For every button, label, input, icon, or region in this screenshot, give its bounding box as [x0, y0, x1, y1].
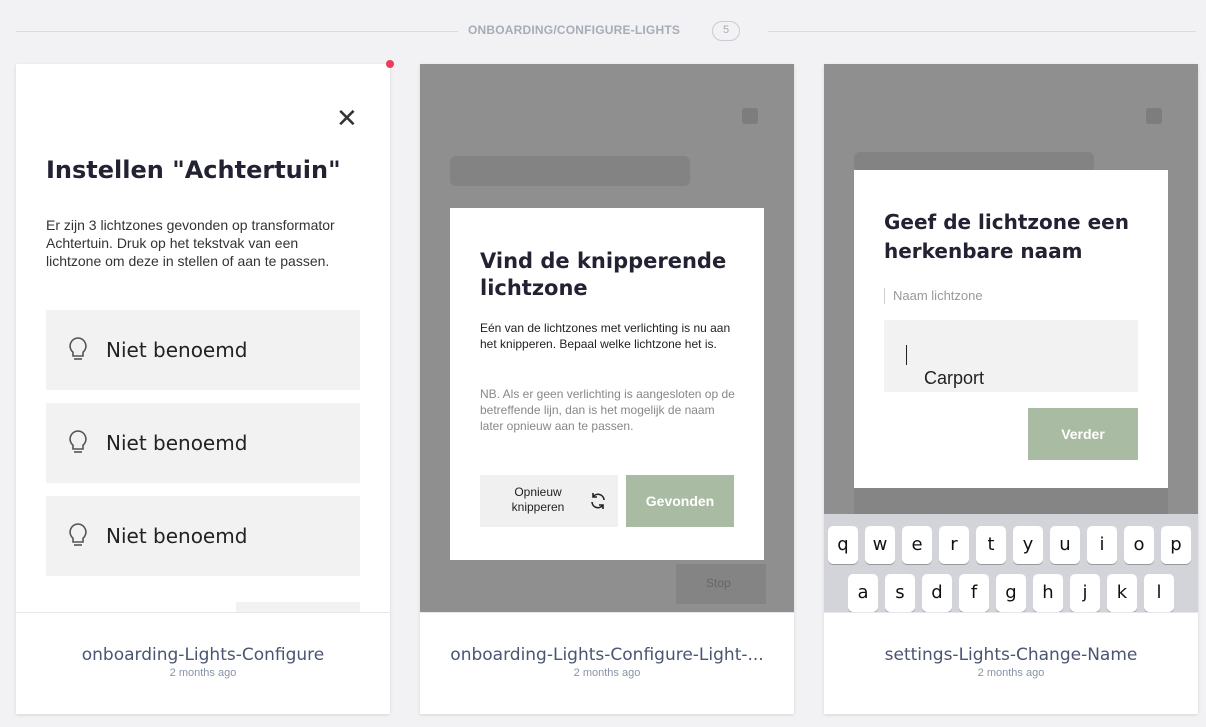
lightzone-item[interactable]: Niet benoemd [46, 310, 360, 390]
lightzone-label: Niet benoemd [106, 431, 248, 455]
group-title[interactable]: ONBOARDING/CONFIGURE-LIGHTS [468, 23, 680, 37]
screen-name[interactable]: settings-Lights-Change-Name [824, 645, 1198, 665]
text-caret [906, 345, 907, 366]
divider [768, 31, 1196, 32]
modal-dialog: Geef de lichtzone een herkenbare naam Na… [854, 170, 1168, 488]
group-count-badge: 5 [712, 21, 740, 41]
modal-dialog: Vind de knipperende lichtzone Eén van de… [450, 208, 764, 560]
screen-card-configure-light[interactable]: Stop Vind de knipperende lichtzone Eén v… [420, 64, 794, 714]
reblink-button[interactable]: Opnieuw knipperen [480, 475, 618, 527]
name-input[interactable]: Carport [884, 320, 1138, 392]
screen-card-configure[interactable]: ✕ Instellen "Achtertuin" Er zijn 3 licht… [16, 64, 390, 714]
modal-text: Eén van de lichtzones met verlichting is… [480, 321, 731, 351]
background-title-blurred [450, 156, 690, 186]
divider [16, 31, 458, 32]
card-meta: settings-Lights-Change-Name 2 months ago [824, 612, 1198, 714]
key-o[interactable]: o [1124, 526, 1154, 564]
found-button[interactable]: Gevonden [626, 475, 734, 527]
lightzone-label: Niet benoemd [106, 338, 248, 362]
field-label: Naam lichtzone [884, 288, 983, 304]
key-y[interactable]: y [1013, 526, 1043, 564]
group-header: ONBOARDING/CONFIGURE-LIGHTS 5 [16, 20, 1196, 42]
key-r[interactable]: r [939, 526, 969, 564]
key-j[interactable]: j [1070, 574, 1100, 612]
key-k[interactable]: k [1107, 574, 1137, 612]
lightzone-item[interactable]: Niet benoemd [46, 496, 360, 576]
partial-button [236, 602, 360, 612]
key-l[interactable]: l [1144, 574, 1174, 612]
key-q[interactable]: q [828, 526, 858, 564]
key-u[interactable]: u [1050, 526, 1080, 564]
screen-thumbnail[interactable]: Geef de lichtzone een herkenbare naam Na… [824, 64, 1198, 612]
screen-thumbnail[interactable]: Stop Vind de knipperende lichtzone Eén v… [420, 64, 794, 612]
screen-thumbnail[interactable]: ✕ Instellen "Achtertuin" Er zijn 3 licht… [16, 64, 390, 612]
key-d[interactable]: d [922, 574, 952, 612]
card-meta: onboarding-Lights-Configure 2 months ago [16, 612, 390, 714]
card-meta: onboarding-Lights-Configure-Light-... 2 … [420, 612, 794, 714]
timestamp: 2 months ago [977, 667, 1045, 679]
key-h[interactable]: h [1033, 574, 1063, 612]
screen-name[interactable]: onboarding-Lights-Configure-Light-... [420, 645, 794, 665]
lightbulb-icon [69, 337, 87, 360]
background-row-blurred [854, 484, 1168, 514]
key-e[interactable]: e [902, 526, 932, 564]
screen-card-change-name[interactable]: Geef de lichtzone een herkenbare naam Na… [824, 64, 1198, 714]
name-input-value: Carport [924, 368, 985, 388]
screen-description: Er zijn 3 lichtzones gevonden op transfo… [46, 217, 335, 269]
key-w[interactable]: w [865, 526, 895, 564]
lightzone-item[interactable]: Niet benoemd [46, 403, 360, 483]
background-button-label: Stop [706, 576, 731, 590]
onscreen-keyboard: qwertyuiop asdfghjkl [824, 514, 1198, 612]
key-s[interactable]: s [885, 574, 915, 612]
lightbulb-icon [69, 523, 87, 546]
background-button-blurred: Stop [676, 564, 766, 604]
unread-dot [386, 60, 394, 68]
timestamp: 2 months ago [169, 667, 237, 679]
key-f[interactable]: f [959, 574, 989, 612]
background-title-blurred [854, 152, 1094, 172]
screen-name[interactable]: onboarding-Lights-Configure [16, 645, 390, 665]
lightbulb-icon [69, 430, 87, 453]
reblink-label: Opnieuw knipperen [511, 485, 565, 514]
lightzone-label: Niet benoemd [106, 524, 248, 548]
close-icon [742, 108, 758, 124]
next-button[interactable]: Verder [1028, 408, 1138, 460]
key-t[interactable]: t [976, 526, 1006, 564]
key-p[interactable]: p [1161, 526, 1191, 564]
key-g[interactable]: g [996, 574, 1026, 612]
screen-title: Instellen "Achtertuin" [46, 156, 341, 184]
close-icon [1146, 108, 1162, 124]
modal-title: Geef de lichtzone een herkenbare naam [884, 210, 1129, 263]
close-icon[interactable]: ✕ [336, 104, 358, 134]
timestamp: 2 months ago [573, 667, 641, 679]
key-a[interactable]: a [848, 574, 878, 612]
modal-note: NB. Als er geen verlichting is aangeslot… [480, 387, 735, 433]
key-i[interactable]: i [1087, 526, 1117, 564]
refresh-icon [591, 493, 605, 509]
modal-title: Vind de knipperende lichtzone [480, 249, 727, 300]
